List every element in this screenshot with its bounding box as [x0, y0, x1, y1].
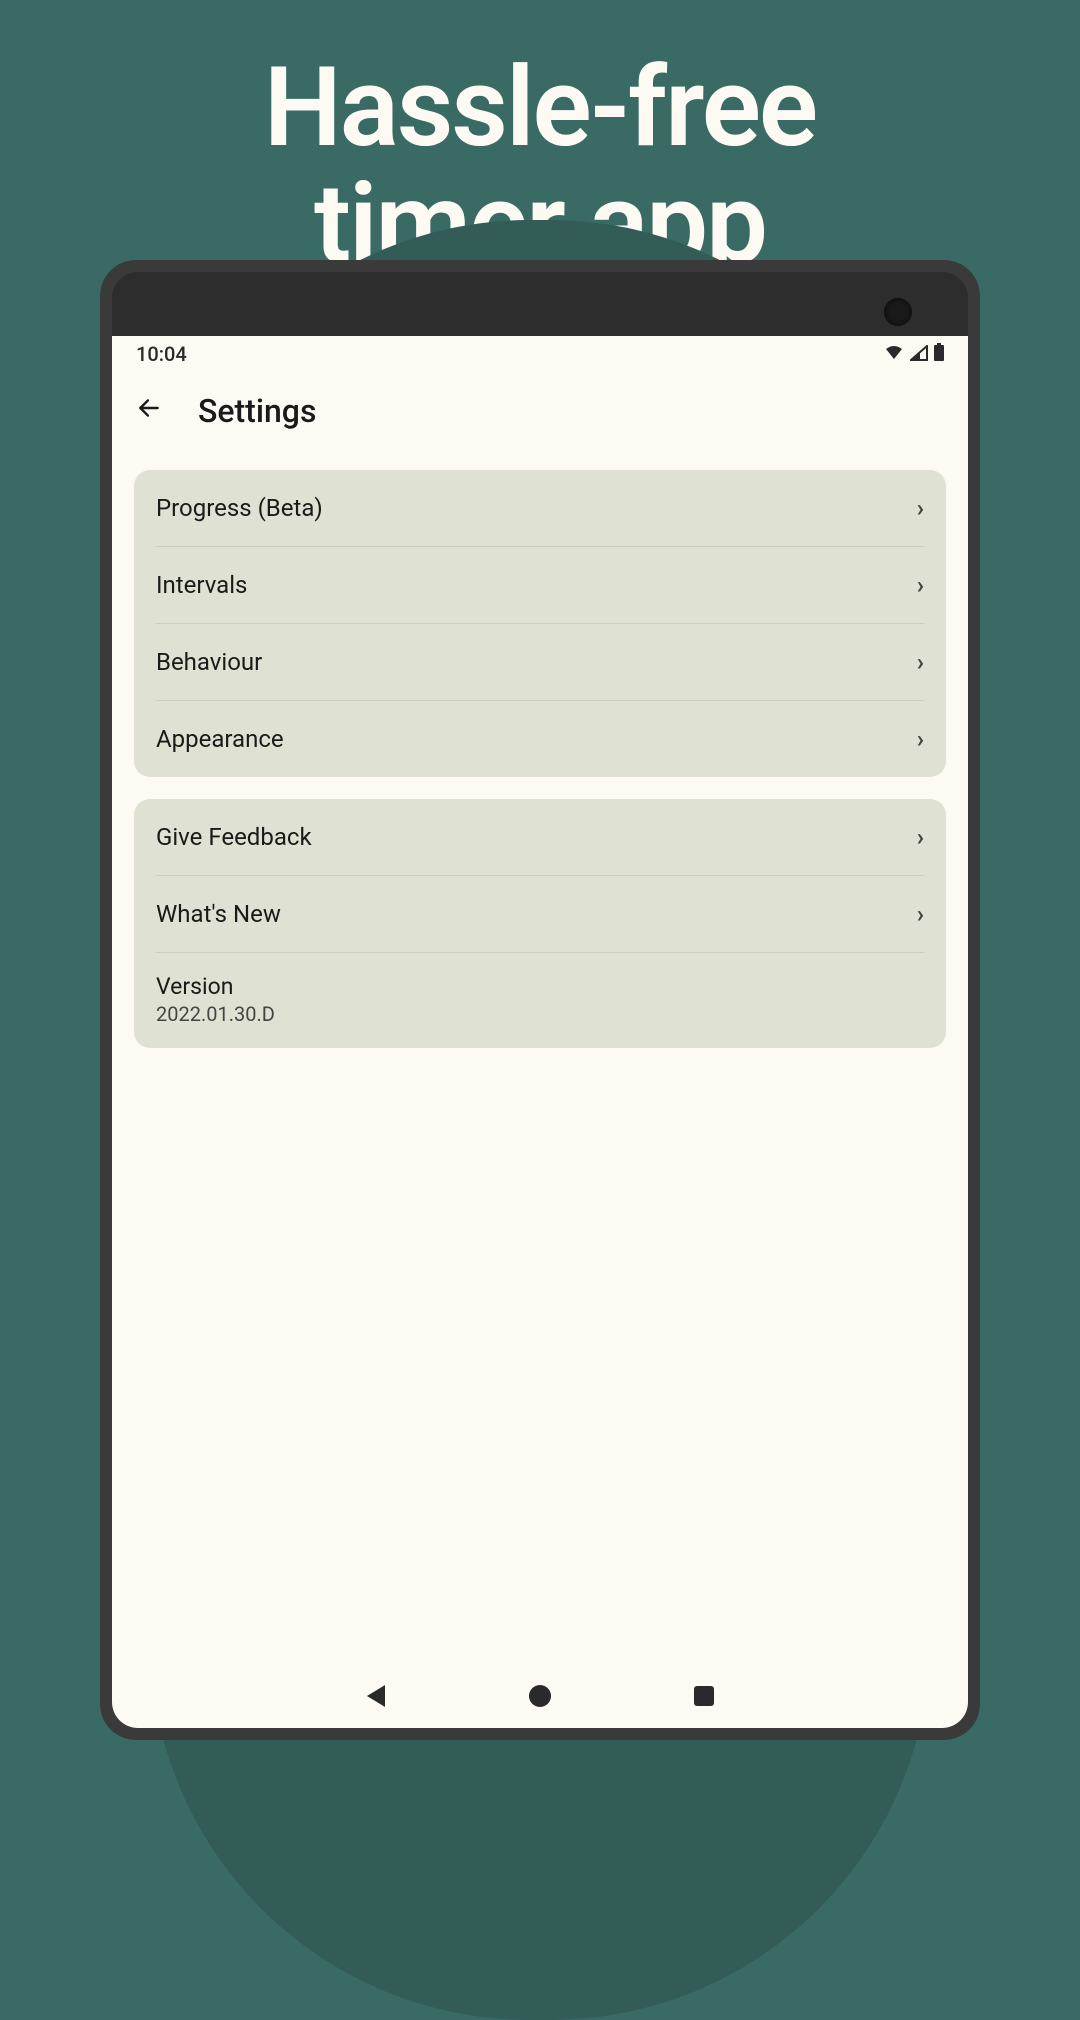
nav-back-button[interactable] [364, 1684, 388, 1708]
chevron-right-icon: › [917, 823, 924, 851]
chevron-right-icon: › [917, 725, 924, 753]
hero-line-1: Hassle-free [0, 50, 1080, 166]
chevron-right-icon: › [917, 648, 924, 676]
settings-item-feedback[interactable]: Give Feedback › [134, 799, 946, 875]
app-header: Settings [112, 372, 968, 450]
settings-content: Progress (Beta) › Intervals › Behaviour … [112, 450, 968, 1090]
settings-item-label: Progress (Beta) [156, 494, 323, 522]
settings-item-progress[interactable]: Progress (Beta) › [134, 470, 946, 546]
chevron-right-icon: › [917, 494, 924, 522]
cellular-icon [910, 342, 928, 366]
settings-item-whatsnew[interactable]: What's New › [134, 876, 946, 952]
version-label: Version [156, 973, 924, 1000]
settings-item-version: Version 2022.01.30.D [134, 953, 946, 1048]
wifi-icon [884, 342, 904, 366]
status-bar: 10:04 [112, 336, 968, 372]
settings-item-label: Behaviour [156, 648, 262, 676]
settings-item-label: Appearance [156, 725, 284, 753]
chevron-right-icon: › [917, 900, 924, 928]
device-inner: 10:04 Settings [112, 272, 968, 1728]
settings-item-label: What's New [156, 900, 281, 928]
camera-icon [884, 298, 912, 326]
settings-item-behaviour[interactable]: Behaviour › [134, 624, 946, 700]
status-icons [884, 342, 944, 366]
battery-icon [934, 342, 944, 366]
settings-item-intervals[interactable]: Intervals › [134, 547, 946, 623]
settings-item-label: Intervals [156, 571, 247, 599]
settings-group-2: Give Feedback › What's New › Version 202… [134, 799, 946, 1048]
status-time: 10:04 [136, 342, 187, 366]
back-button[interactable] [136, 394, 162, 429]
settings-group-1: Progress (Beta) › Intervals › Behaviour … [134, 470, 946, 777]
app-screen: 10:04 Settings [112, 336, 968, 1664]
nav-home-button[interactable] [528, 1684, 552, 1708]
nav-recent-button[interactable] [692, 1684, 716, 1708]
page-title: Settings [198, 392, 316, 430]
chevron-right-icon: › [917, 571, 924, 599]
settings-item-label: Give Feedback [156, 823, 312, 851]
version-value: 2022.01.30.D [156, 1002, 924, 1026]
android-nav-bar [112, 1664, 968, 1728]
settings-item-appearance[interactable]: Appearance › [134, 701, 946, 777]
device-frame: 10:04 Settings [100, 260, 980, 1740]
